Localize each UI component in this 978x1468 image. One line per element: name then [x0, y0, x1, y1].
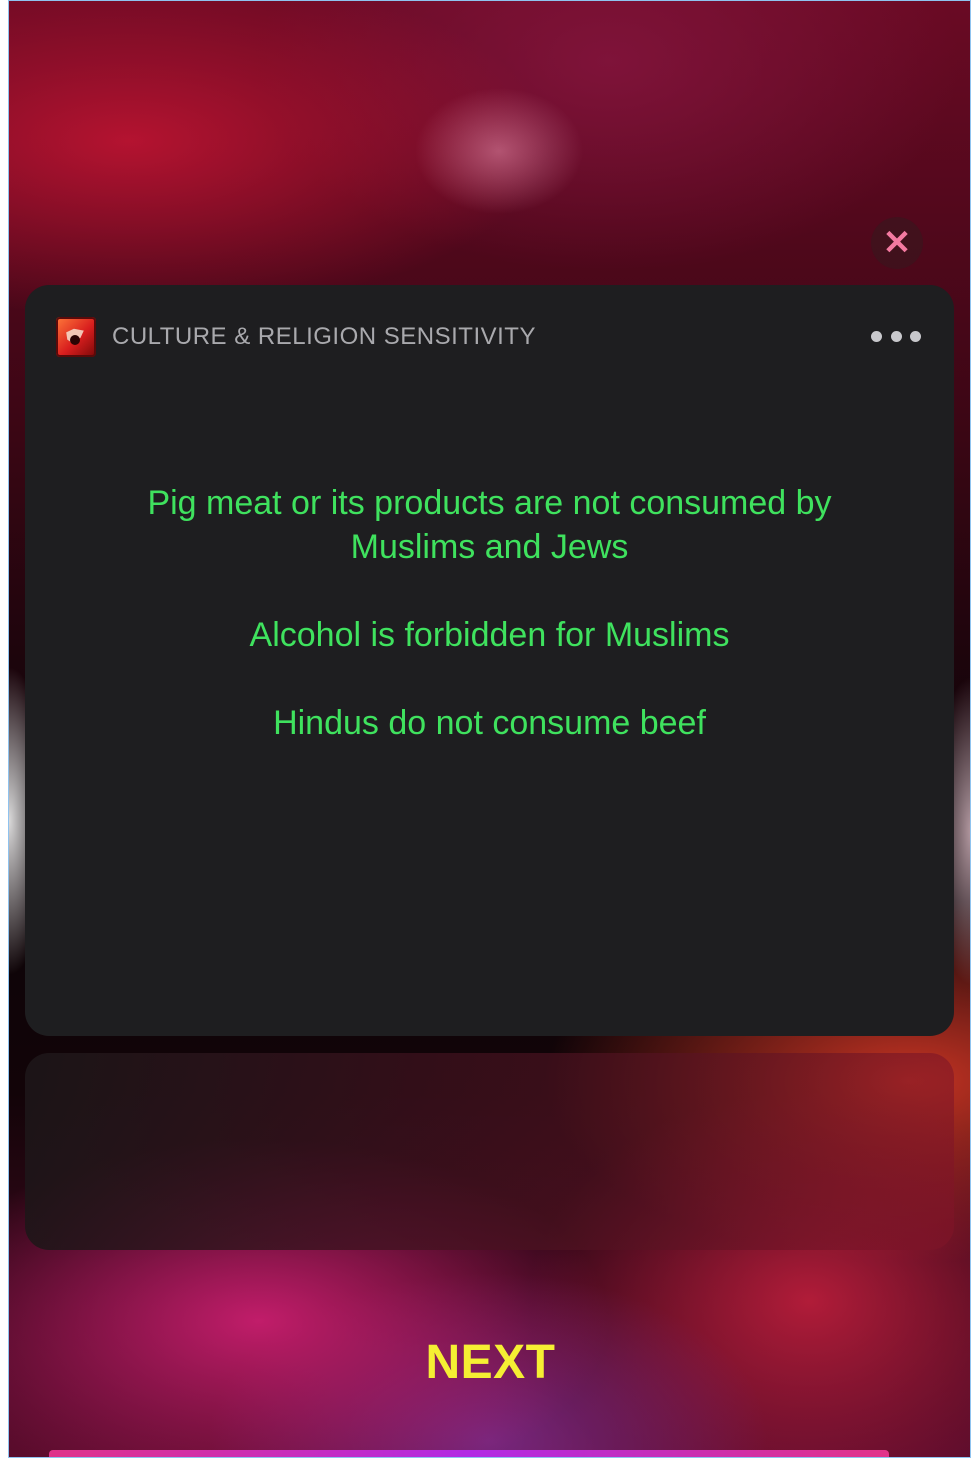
app-icon: [56, 317, 96, 357]
more-dot: [910, 330, 921, 342]
fact-item: Alcohol is forbidden for Muslims: [249, 616, 730, 654]
more-dot: [890, 330, 902, 342]
more-options-button[interactable]: [871, 329, 921, 343]
fact-item: Hindus do not consume beef: [273, 704, 706, 742]
more-dot: [871, 330, 882, 342]
app-frame: ✕ CULTURE & RELIGION SENSITIVITY Pig mea…: [8, 0, 971, 1458]
close-icon: ✕: [882, 224, 912, 262]
fact-item: Pig meat or its products are not consume…: [147, 484, 832, 566]
next-button[interactable]: NEXT: [9, 1335, 970, 1390]
bottom-accent-bar: [49, 1450, 889, 1457]
secondary-card-panel: [25, 1053, 954, 1250]
facts-list: Pig meat or its products are not consume…: [25, 481, 954, 745]
notification-card: CULTURE & RELIGION SENSITIVITY Pig meat …: [25, 285, 954, 1036]
app-title: CULTURE & RELIGION SENSITIVITY: [112, 323, 536, 350]
close-button[interactable]: ✕: [871, 217, 923, 269]
